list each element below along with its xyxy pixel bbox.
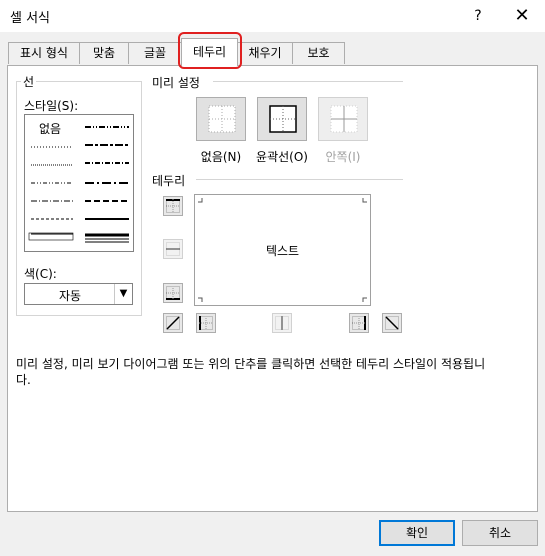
- border-top-icon: [166, 199, 180, 213]
- line-group-label: 선: [21, 73, 37, 90]
- border-top-button[interactable]: [163, 196, 183, 216]
- preset-inside-icon: [330, 105, 358, 133]
- tab-alignment[interactable]: 맞춤: [79, 42, 129, 64]
- border-preview[interactable]: 텍스트: [194, 194, 371, 306]
- border-inside-vertical-icon: [275, 316, 289, 330]
- border-bottom-icon: [166, 286, 180, 300]
- preview-text: 텍스트: [265, 244, 300, 258]
- line-style-list[interactable]: 없음: [24, 114, 134, 252]
- border-left-icon: [199, 316, 213, 330]
- presets-separator: [213, 81, 403, 82]
- preset-outline-button[interactable]: [257, 97, 307, 141]
- preset-none-icon: [208, 105, 236, 133]
- color-dropdown[interactable]: 자동 ▼: [24, 283, 133, 305]
- border-diagonal-up-icon: [166, 316, 180, 330]
- preset-none-button[interactable]: [196, 97, 246, 141]
- border-diagonal-down-button[interactable]: [382, 313, 402, 333]
- preset-inside-label: 안쪽(I): [325, 150, 361, 164]
- tab-highlight-annotation: [178, 32, 242, 69]
- tab-font[interactable]: 글꼴: [128, 42, 182, 64]
- border-inside-vertical-button[interactable]: [272, 313, 292, 333]
- ok-button[interactable]: 확인: [379, 520, 455, 546]
- dialog-title: 셀 서식: [10, 11, 51, 26]
- line-style-samples: [28, 126, 129, 243]
- description-text: 미리 설정, 미리 보기 다이어그램 또는 위의 단추를 클릭하면 선택한 테두…: [16, 357, 486, 387]
- cancel-button[interactable]: 취소: [462, 520, 538, 546]
- preset-none-label: 없음(N): [200, 150, 242, 164]
- border-diagonal-down-icon: [385, 316, 399, 330]
- tab-fill[interactable]: 채우기: [237, 42, 293, 64]
- preset-outline-label: 윤곽선(O): [256, 150, 308, 164]
- border-left-button[interactable]: [196, 313, 216, 333]
- border-bottom-button[interactable]: [163, 283, 183, 303]
- chevron-down-icon[interactable]: ▼: [114, 284, 132, 304]
- style-label: 스타일(S):: [24, 99, 79, 113]
- title-bar: 셀 서식 ? ✕: [0, 0, 545, 32]
- help-button[interactable]: ?: [466, 4, 490, 28]
- color-value: 자동: [58, 289, 82, 303]
- color-label: 색(C):: [24, 267, 57, 281]
- close-button[interactable]: ✕: [508, 4, 536, 28]
- border-diagonal-up-button[interactable]: [163, 313, 183, 333]
- preset-inside-button[interactable]: [318, 97, 368, 141]
- border-label: 테두리: [152, 174, 186, 188]
- tab-number-format[interactable]: 표시 형식: [8, 42, 80, 64]
- tab-protection[interactable]: 보호: [292, 42, 345, 64]
- border-inside-horizontal-button[interactable]: [163, 239, 183, 259]
- border-right-icon: [352, 316, 366, 330]
- presets-label: 미리 설정: [152, 76, 200, 90]
- border-right-button[interactable]: [349, 313, 369, 333]
- preset-outline-icon: [269, 105, 297, 133]
- border-inside-horizontal-icon: [166, 242, 180, 256]
- border-separator: [196, 179, 403, 180]
